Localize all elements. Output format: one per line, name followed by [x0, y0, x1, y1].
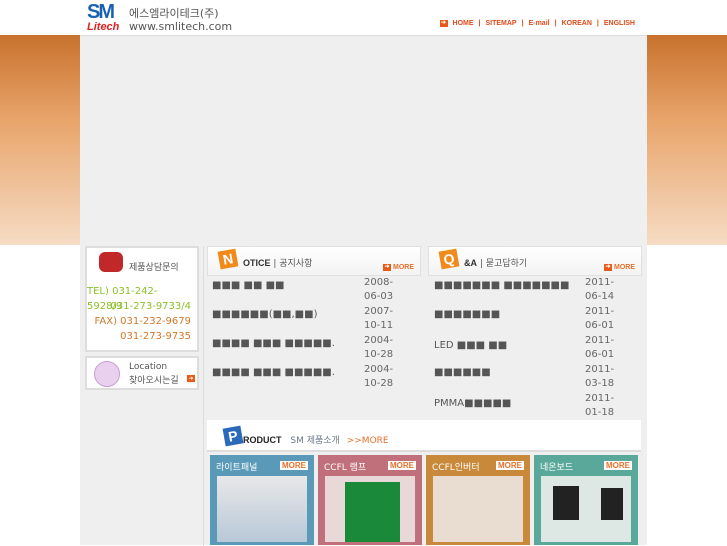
notice-item[interactable]: ■■■■■■(■■,■■) — [212, 308, 317, 322]
qa-date: 2011-06-14 — [585, 277, 615, 302]
product-label: CCFL 램프 — [324, 463, 367, 473]
notice-more-button[interactable]: ➜ MORE — [383, 264, 414, 271]
logo[interactable]: SM Litech — [87, 1, 127, 33]
product-title: RODUCT — [243, 435, 282, 445]
location-box[interactable]: Location 찾아오시는길 ➜ — [85, 356, 199, 390]
notice-date: 2007-10-11 — [364, 306, 394, 331]
qa-more-button[interactable]: ➜ MORE — [604, 264, 635, 271]
nav-sitemap[interactable]: SITEMAP — [485, 20, 516, 27]
product-header: P RODUCT SM 제품소개 >>MORE — [207, 420, 641, 452]
compass-icon — [94, 361, 120, 387]
product-more-button[interactable]: MORE — [388, 461, 416, 470]
company-name: 에스엠라이테크(주) — [129, 7, 219, 20]
location-title: Location — [129, 362, 168, 372]
qa-item[interactable]: PMMA■■■■■ — [434, 397, 511, 411]
product-more-link[interactable]: >>MORE — [347, 436, 389, 446]
notice-item[interactable]: ■■■■ ■■■ ■■■■■. — [212, 337, 335, 351]
product-image — [325, 476, 415, 542]
qa-item[interactable]: ■■■■■■■ — [434, 308, 500, 322]
product-more-button[interactable]: MORE — [496, 461, 524, 470]
notice-subtitle: 공지사항 — [279, 259, 313, 269]
qa-item[interactable]: LED ■■■ ■■ — [434, 339, 507, 353]
notice-date: 2004-10-28 — [364, 364, 394, 389]
contact-title: 제품상담문의 — [129, 263, 179, 273]
notice-title: OTICE — [243, 258, 271, 268]
banner-area — [80, 36, 647, 245]
product-image — [541, 476, 631, 542]
qa-date: 2011-06-01 — [585, 335, 615, 360]
logo-sm: SM — [87, 1, 115, 23]
notice-header: N OTICE | 공지사항 ➜ MORE — [207, 246, 421, 276]
product-image — [433, 476, 523, 542]
qa-badge-icon: Q — [438, 248, 460, 270]
qa-item[interactable]: ■■■■■■■ ■■■■■■■ — [434, 279, 569, 293]
qa-header: Q &A | 묻고답하기 ➜ MORE — [428, 246, 642, 276]
notice-item[interactable]: ■■■■ ■■■ ■■■■■. — [212, 366, 335, 380]
qa-item[interactable]: ■■■■■■ — [434, 366, 491, 380]
logo-litech: Litech — [87, 21, 120, 33]
arrow-icon: ➜ — [187, 375, 195, 382]
product-card-ccfl-lamp[interactable]: CCFL 램프 MORE — [318, 455, 422, 545]
product-label: CCFL인버터 — [432, 463, 480, 473]
nav-email[interactable]: E-mail — [529, 20, 550, 27]
top-nav: ➜ HOME | SITEMAP | E-mail | KOREAN | ENGLISH — [439, 20, 635, 27]
product-more-button[interactable]: MORE — [280, 461, 308, 470]
header: SM Litech 에스엠라이테크(주) www.smlitech.com ➜ … — [80, 0, 647, 36]
product-more-button[interactable]: MORE — [604, 461, 632, 470]
product-card-neon-board[interactable]: 네온보드 MORE — [534, 455, 638, 545]
fax-2: 031-273-9735 — [120, 331, 191, 342]
product-subtitle: SM 제품소개 — [290, 436, 340, 446]
contact-box: 제품상담문의 TEL) 031-242-5928/9 031-273-9733/… — [85, 246, 199, 352]
tel-2: 031-273-9733/4 — [110, 301, 191, 312]
qa-subtitle: 묻고답하기 — [485, 259, 528, 269]
phone-icon — [99, 252, 123, 272]
product-image — [217, 476, 307, 542]
product-card-ccfl-inverter[interactable]: CCFL인버터 MORE — [426, 455, 530, 545]
product-label: 라이트패널 — [216, 463, 258, 473]
product-label: 네온보드 — [540, 463, 574, 473]
qa-date: 2011-06-01 — [585, 306, 615, 331]
product-card-light-panel[interactable]: 라이트패널 MORE — [210, 455, 314, 545]
arrow-icon: ➜ — [439, 20, 448, 27]
nav-english[interactable]: ENGLISH — [604, 20, 635, 27]
fax-1: FAX) 031-232-9679 — [94, 316, 191, 327]
site-url: www.smlitech.com — [129, 20, 233, 33]
qa-date: 2011-03-18 — [585, 364, 615, 389]
qa-title: &A — [464, 258, 477, 268]
notice-item[interactable]: ■■■ ■■ ■■ — [212, 279, 285, 293]
divider — [203, 246, 204, 546]
nav-home[interactable]: HOME — [453, 20, 474, 27]
notice-date: 2004-10-28 — [364, 335, 394, 360]
notice-date: 2008-06-03 — [364, 277, 394, 302]
notice-badge-icon: N — [217, 248, 239, 270]
nav-korean[interactable]: KOREAN — [562, 20, 592, 27]
page-container: SM Litech 에스엠라이테크(주) www.smlitech.com ➜ … — [80, 0, 647, 546]
qa-date: 2011-01-18 — [585, 393, 615, 418]
location-subtitle: 찾아오시는길 — [129, 376, 179, 386]
product-badge-icon: P — [222, 425, 244, 447]
